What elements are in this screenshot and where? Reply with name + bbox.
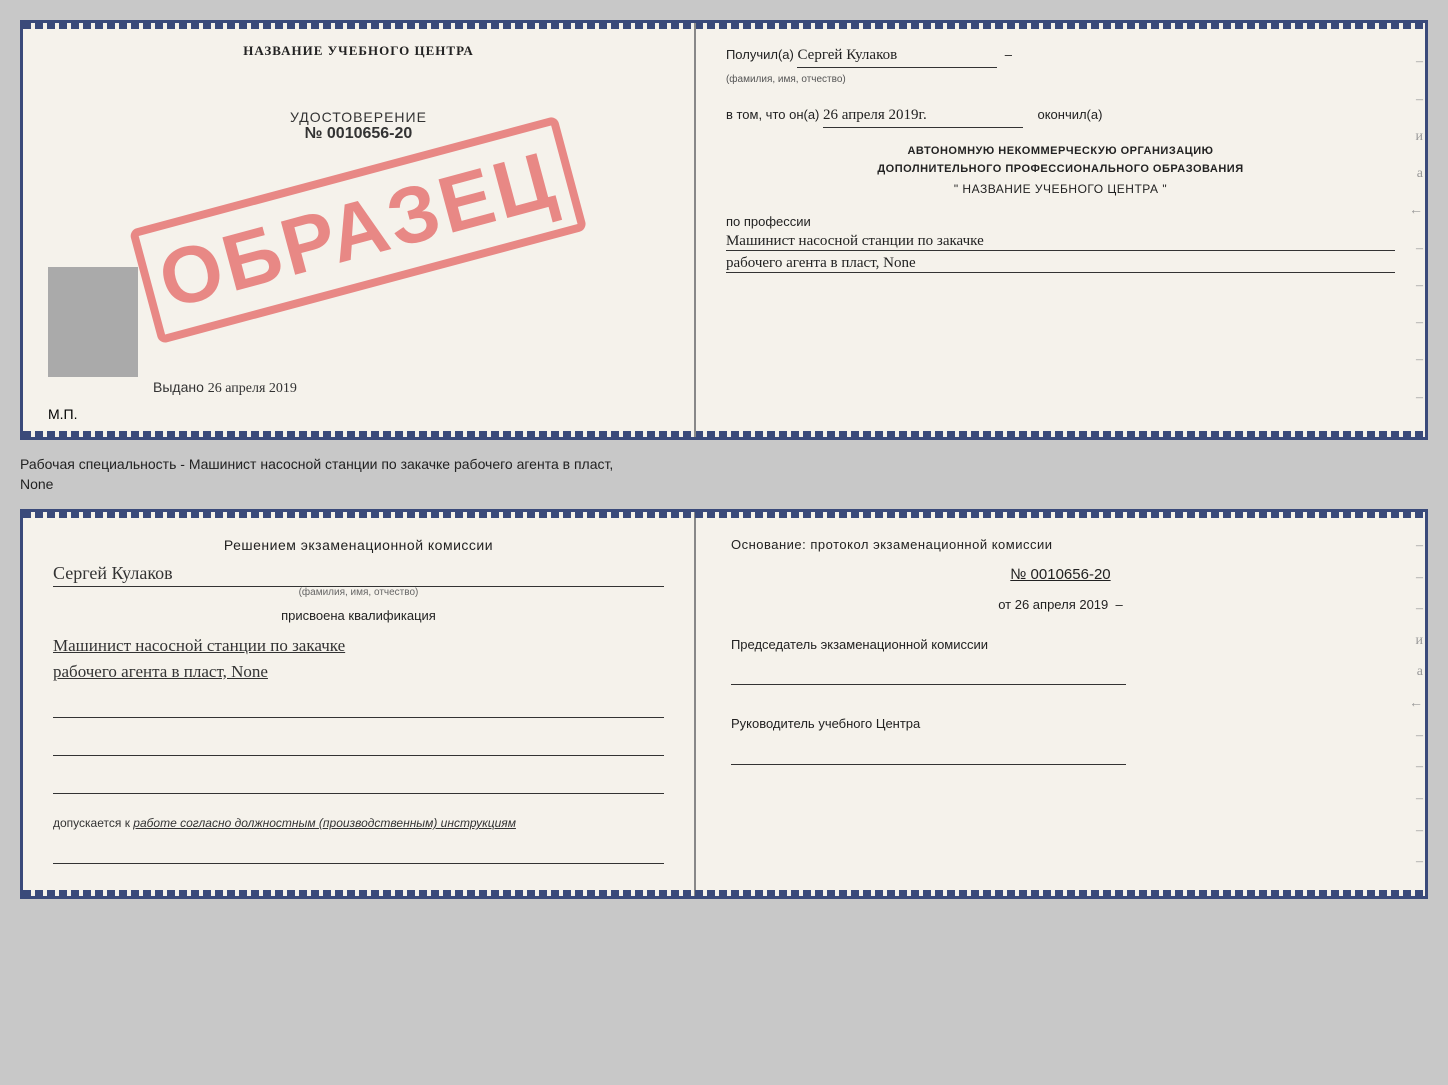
- org-line2: ДОПОЛНИТЕЛЬНОГО ПРОФЕССИОНАЛЬНОГО ОБРАЗО…: [726, 160, 1395, 179]
- rukovoditel-signature-line: [731, 740, 1126, 765]
- top-doc-right: Получил(а) Сергей Кулаков – (фамилия, им…: [696, 23, 1425, 437]
- po-professii-row: по профессии Машинист насосной станции п…: [726, 214, 1395, 273]
- komissia-title: Решением экзаменационной комиссии: [53, 537, 664, 553]
- top-doc-left: НАЗВАНИЕ УЧЕБНОГО ЦЕНТРА ОБРАЗЕЦ УДОСТОВ…: [23, 23, 696, 437]
- blank-line-3: [53, 774, 664, 794]
- vydano-line: Выдано 26 апреля 2019: [153, 379, 297, 397]
- poluchil-sublabel: (фамилия, имя, отчество): [726, 74, 846, 85]
- udostoverenie-label: УДОСТОВЕРЕНИЕ: [290, 109, 427, 125]
- protocol-date-value: 26 апреля 2019: [1015, 597, 1109, 612]
- between-line1: Рабочая специальность - Машинист насосно…: [20, 455, 1428, 475]
- margin-lines: – – и а ← – – – – –: [1407, 23, 1425, 437]
- komissia-name: Сергей Кулаков: [53, 563, 664, 587]
- qualification-block: Машинист насосной станции по закачке раб…: [53, 633, 664, 684]
- top-document: НАЗВАНИЕ УЧЕБНОГО ЦЕНТРА ОБРАЗЕЦ УДОСТОВ…: [20, 20, 1428, 440]
- top-doc-title: НАЗВАНИЕ УЧЕБНОГО ЦЕНТРА: [243, 43, 474, 59]
- obrazec-stamp: ОБРАЗЕЦ: [129, 116, 587, 345]
- qualification-line1: Машинист насосной станции по закачке: [53, 633, 664, 659]
- okonchil-label: окончил(а): [1037, 107, 1102, 122]
- vtom-date: 26 апреля 2019г.: [823, 103, 1023, 128]
- profession-line2: рабочего агента в пласт, None: [726, 255, 1395, 273]
- blank-line-1: [53, 698, 664, 718]
- rukovoditel-block: Руководитель учебного Центра: [731, 715, 1390, 770]
- bottom-doc-left: Решением экзаменационной комиссии Сергей…: [23, 512, 696, 896]
- poluchil-row: Получил(а) Сергей Кулаков – (фамилия, им…: [726, 43, 1395, 89]
- bottom-margin-lines: – – – и а ← – – – – –: [1407, 512, 1425, 896]
- org-line1: АВТОНОМНУЮ НЕКОММЕРЧЕСКУЮ ОРГАНИЗАЦИЮ: [726, 142, 1395, 161]
- komissia-name-sublabel: (фамилия, имя, отчество): [53, 587, 664, 598]
- between-line2: None: [20, 475, 1428, 495]
- vtom-row: в том, что он(а) 26 апреля 2019г. окончи…: [726, 103, 1395, 128]
- blank-line-2: [53, 736, 664, 756]
- protocol-date-prefix: от: [998, 597, 1011, 612]
- profession-line1: Машинист насосной станции по закачке: [726, 233, 1395, 251]
- mp-label: М.П.: [48, 406, 78, 422]
- org-line3: " НАЗВАНИЕ УЧЕБНОГО ЦЕНТРА ": [726, 179, 1395, 199]
- photo-placeholder: [48, 267, 138, 377]
- poluchil-name: Сергей Кулаков: [797, 43, 997, 68]
- org-block: АВТОНОМНУЮ НЕКОММЕРЧЕСКУЮ ОРГАНИЗАЦИЮ ДО…: [726, 142, 1395, 200]
- prisvoena-label: присвоена квалификация: [53, 608, 664, 623]
- komissia-name-block: Сергей Кулаков (фамилия, имя, отчество): [53, 563, 664, 598]
- bottom-doc-right: Основание: протокол экзаменационной коми…: [696, 512, 1425, 896]
- vydano-prefix: Выдано: [153, 379, 204, 395]
- dopuskaetsya-block: допускается к работе согласно должностны…: [53, 816, 664, 830]
- bottom-document: Решением экзаменационной комиссии Сергей…: [20, 509, 1428, 899]
- predsedatel-title: Председатель экзаменационной комиссии: [731, 636, 1390, 654]
- protocol-date: от 26 апреля 2019 –: [731, 597, 1390, 612]
- dopuskaetsya-text: работе согласно должностным (производств…: [133, 816, 516, 830]
- rukovoditel-title: Руководитель учебного Центра: [731, 715, 1390, 733]
- poluchil-prefix: Получил(а): [726, 47, 794, 62]
- po-professii-label: по профессии: [726, 214, 811, 229]
- dopuskaetsya-prefix: допускается к: [53, 816, 130, 830]
- qualification-line2: рабочего агента в пласт, None: [53, 659, 664, 685]
- udostoverenie-number: № 0010656-20: [290, 125, 427, 143]
- udostoverenie-block: УДОСТОВЕРЕНИЕ № 0010656-20: [290, 109, 427, 143]
- predsedatel-signature-line: [731, 660, 1126, 685]
- protocol-number: № 0010656-20: [731, 566, 1390, 583]
- osnovanie-title: Основание: протокол экзаменационной коми…: [731, 537, 1390, 552]
- between-caption: Рабочая специальность - Машинист насосно…: [20, 450, 1428, 499]
- predsedatel-block: Председатель экзаменационной комиссии: [731, 636, 1390, 691]
- blank-line-4: [53, 844, 664, 864]
- vydano-date: 26 апреля 2019: [208, 381, 297, 396]
- vtom-prefix: в том, что он(а): [726, 107, 819, 122]
